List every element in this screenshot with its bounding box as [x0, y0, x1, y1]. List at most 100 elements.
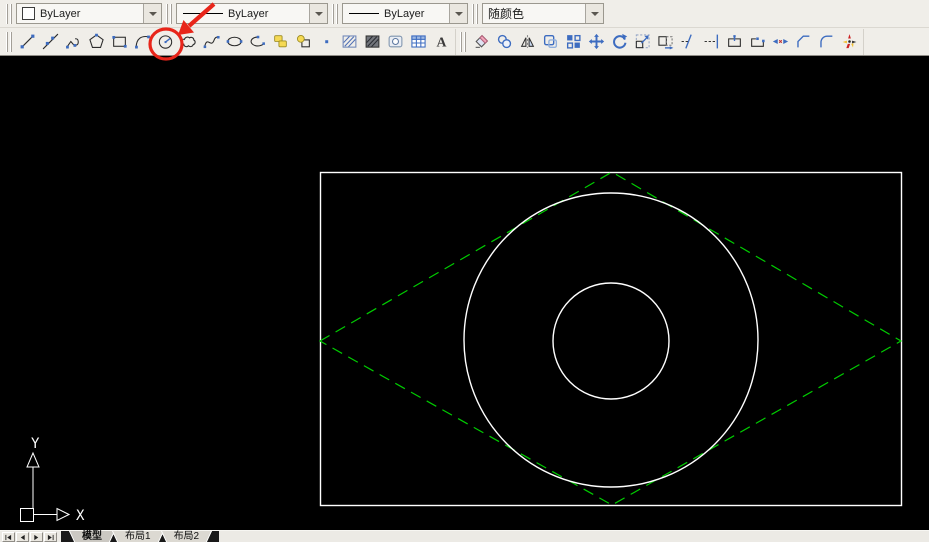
tab-layout1[interactable]: 布局1 — [112, 531, 164, 542]
hatch-tool-button[interactable] — [338, 30, 361, 54]
stretch-icon — [657, 33, 674, 50]
toolbar-grip[interactable] — [166, 4, 172, 24]
mirror-icon — [519, 33, 536, 50]
tab-nav-previous-button[interactable] — [16, 532, 29, 542]
line-tool-button[interactable] — [16, 30, 39, 54]
tab-nav-next-button[interactable] — [30, 532, 43, 542]
multiline-text-tool-button[interactable] — [430, 30, 453, 54]
color-control-value: ByLayer — [35, 8, 143, 20]
join-tool-button[interactable] — [769, 30, 792, 54]
offset-tool-button[interactable] — [539, 30, 562, 54]
ucs-icon: Y X — [0, 426, 100, 530]
tab-strip: 模型布局1 布局2 — [61, 531, 219, 542]
polyline-icon — [65, 33, 82, 50]
properties-toolbar: ByLayer ByLayer ByLayer 随颜色 — [0, 0, 929, 28]
tab-layout2[interactable]: 布局2 — [161, 531, 213, 542]
rectangle-icon — [111, 33, 128, 50]
gradient-tool-button[interactable] — [361, 30, 384, 54]
move-tool-button[interactable] — [585, 30, 608, 54]
rotate-tool-button[interactable] — [608, 30, 631, 54]
spline-tool-button[interactable] — [200, 30, 223, 54]
chamfer-tool-button[interactable] — [792, 30, 815, 54]
circle-tool-button[interactable] — [154, 30, 177, 54]
linetype-control[interactable]: ByLayer — [176, 3, 328, 24]
construction-line-icon — [42, 33, 59, 50]
ucs-y-label: Y — [31, 436, 40, 452]
tab-layout1-label: 布局1 — [125, 531, 151, 542]
diamond-dashed-entity[interactable] — [320, 172, 901, 505]
toolbar-grip[interactable] — [460, 32, 466, 52]
erase-tool-button[interactable] — [470, 30, 493, 54]
polygon-tool-button[interactable] — [85, 30, 108, 54]
insert-block-tool-button[interactable] — [269, 30, 292, 54]
rectangle-tool-button[interactable] — [108, 30, 131, 54]
ucs-y-arrowhead — [27, 453, 39, 467]
ellipse-tool-button[interactable] — [223, 30, 246, 54]
color-dropdown-arrow[interactable] — [143, 4, 161, 23]
ucs-x-arrowhead — [57, 509, 69, 521]
tool-row — [0, 28, 929, 56]
trim-icon — [680, 33, 697, 50]
drawing-canvas[interactable]: Y X — [0, 56, 929, 530]
make-block-tool-button[interactable] — [292, 30, 315, 54]
trim-tool-button[interactable] — [677, 30, 700, 54]
tab-model[interactable]: 模型 — [69, 531, 115, 542]
ellipse-icon — [226, 33, 243, 50]
fillet-tool-button[interactable] — [815, 30, 838, 54]
table-tool-button[interactable] — [407, 30, 430, 54]
rectangle-entity[interactable] — [321, 173, 902, 506]
region-tool-button[interactable] — [384, 30, 407, 54]
plotstyle-control[interactable]: 随颜色 — [482, 3, 604, 24]
break-tool-button[interactable] — [746, 30, 769, 54]
outer-circle-entity[interactable] — [464, 193, 758, 487]
revision-cloud-tool-button[interactable] — [177, 30, 200, 54]
extend-tool-button[interactable] — [700, 30, 723, 54]
toolbar-grip[interactable] — [6, 4, 12, 24]
array-tool-button[interactable] — [562, 30, 585, 54]
join-icon — [772, 33, 789, 50]
color-control[interactable]: ByLayer — [16, 3, 162, 24]
tab-nav-last-button[interactable] — [44, 532, 57, 542]
move-icon — [588, 33, 605, 50]
make-block-icon — [295, 33, 312, 50]
ellipse-arc-tool-button[interactable] — [246, 30, 269, 54]
point-tool-button[interactable] — [315, 30, 338, 54]
fillet-icon — [818, 33, 835, 50]
hatch-icon — [341, 33, 358, 50]
arc-tool-button[interactable] — [131, 30, 154, 54]
erase-icon — [473, 33, 490, 50]
explode-icon — [841, 33, 858, 50]
break-at-point-tool-button[interactable] — [723, 30, 746, 54]
plotstyle-control-value: 随颜色 — [483, 5, 585, 22]
layout-tab-bar: 模型布局1 布局2 — [0, 530, 929, 542]
arc-icon — [134, 33, 151, 50]
tab-nav-first-button[interactable] — [2, 532, 15, 542]
polyline-tool-button[interactable] — [62, 30, 85, 54]
copy-tool-button[interactable] — [493, 30, 516, 54]
scale-tool-button[interactable] — [631, 30, 654, 54]
drawing-entities — [0, 56, 929, 530]
explode-tool-button[interactable] — [838, 30, 861, 54]
rotate-icon — [611, 33, 628, 50]
lineweight-dropdown-arrow[interactable] — [449, 4, 467, 23]
previous-icon — [18, 534, 27, 541]
linetype-preview — [183, 13, 223, 14]
extend-icon — [703, 33, 720, 50]
offset-icon — [542, 33, 559, 50]
tab-nav-buttons — [0, 532, 57, 542]
inner-circle-entity[interactable] — [553, 283, 669, 399]
mirror-tool-button[interactable] — [516, 30, 539, 54]
plotstyle-dropdown-arrow[interactable] — [585, 4, 603, 23]
chamfer-icon — [795, 33, 812, 50]
construction-line-tool-button[interactable] — [39, 30, 62, 54]
application-window: ByLayer ByLayer ByLayer 随颜色 — [0, 0, 929, 542]
linetype-dropdown-arrow[interactable] — [309, 4, 327, 23]
toolbar-grip[interactable] — [332, 4, 338, 24]
toolbar-grip[interactable] — [6, 32, 12, 52]
ellipse-arc-icon — [249, 33, 266, 50]
stretch-tool-button[interactable] — [654, 30, 677, 54]
line-icon — [19, 33, 36, 50]
spline-icon — [203, 33, 220, 50]
toolbar-grip[interactable] — [472, 4, 478, 24]
lineweight-control[interactable]: ByLayer — [342, 3, 468, 24]
